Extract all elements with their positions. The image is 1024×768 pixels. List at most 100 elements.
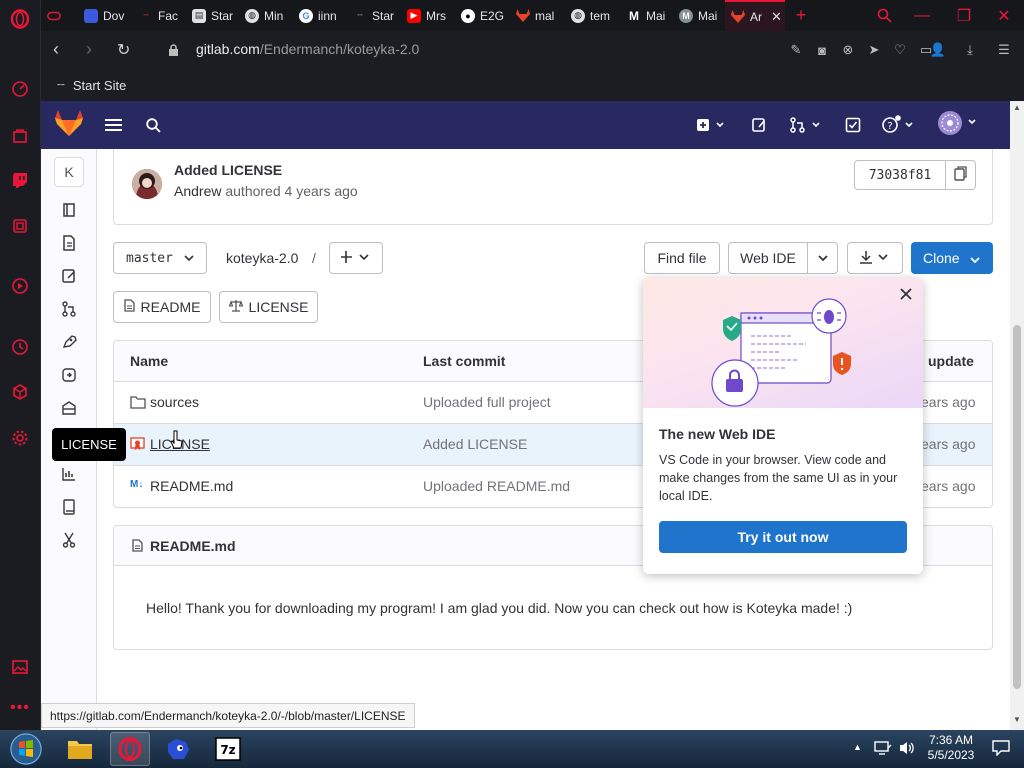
scrollbar-thumb[interactable]	[1013, 325, 1021, 689]
find-file-button[interactable]: Find file	[644, 242, 720, 274]
file-name-link[interactable]: sources	[150, 394, 199, 410]
user-avatar-icon[interactable]	[937, 111, 979, 135]
author-avatar[interactable]	[132, 169, 162, 199]
file-explorer-icon[interactable]	[60, 732, 100, 766]
restore-icon[interactable]: ❐	[952, 0, 976, 31]
ci-cd-icon[interactable]	[60, 366, 78, 384]
tab-6[interactable]: ╌ Star	[347, 0, 401, 31]
twitch-icon[interactable]	[9, 169, 31, 191]
readme-filename[interactable]: README.md	[150, 538, 236, 554]
close-popover-button[interactable]	[897, 286, 915, 304]
opera-taskbar-icon[interactable]	[110, 732, 150, 766]
gitlab-logo-icon[interactable]	[55, 110, 83, 136]
tab-10[interactable]: ◍ tem	[565, 0, 621, 31]
camera-icon[interactable]: ◙	[814, 42, 830, 58]
edit-icon[interactable]: ✎	[788, 42, 804, 58]
download-archive-button[interactable]	[847, 242, 903, 274]
close-window-icon[interactable]: ✕	[992, 0, 1016, 31]
tab-5[interactable]: G iinn	[293, 0, 347, 31]
shopping-bag-icon[interactable]	[9, 124, 31, 146]
tab-11[interactable]: M Mai	[621, 0, 673, 31]
issues-icon[interactable]	[751, 114, 767, 136]
package-icon[interactable]	[60, 399, 78, 417]
scroll-up-icon[interactable]: ▲	[1013, 103, 1021, 112]
web-ide-dropdown[interactable]	[807, 242, 838, 274]
merge-requests-icon[interactable]	[60, 300, 78, 318]
tab-0[interactable]	[41, 0, 78, 31]
tab-1[interactable]: Dov	[78, 0, 133, 31]
tab-4[interactable]: ◍ Min	[239, 0, 293, 31]
download-icon[interactable]: ⤓	[962, 42, 978, 58]
search-icon[interactable]	[146, 114, 161, 136]
reload-icon[interactable]: ↻	[117, 40, 130, 60]
commit-author[interactable]: Andrew	[174, 183, 221, 199]
heart-icon[interactable]: ♡	[892, 42, 908, 58]
try-it-out-button[interactable]: Try it out now	[659, 521, 907, 553]
project-overview-icon[interactable]	[60, 201, 78, 219]
wiki-book-icon[interactable]	[60, 498, 78, 516]
sonic-game-icon[interactable]	[158, 732, 198, 766]
send-icon[interactable]: ➤	[866, 42, 882, 58]
commit-message-link[interactable]: Uploaded README.md	[423, 478, 570, 494]
add-to-tree-button[interactable]	[329, 242, 383, 274]
notifications-icon[interactable]	[992, 740, 1010, 759]
speedometer-icon[interactable]	[9, 78, 31, 100]
tab-3[interactable]: ▤ Star	[186, 0, 239, 31]
rocket-deploy-icon[interactable]	[60, 333, 78, 351]
snippets-scissors-icon[interactable]	[60, 531, 78, 549]
issues-icon[interactable]	[60, 267, 78, 285]
url-field[interactable]: gitlab.com/Endermanch/koteyka-2.0	[196, 41, 419, 57]
lock-icon[interactable]	[165, 42, 181, 58]
tab-13-active[interactable]: Ar ✕	[725, 0, 785, 31]
file-name-link[interactable]: README.md	[150, 478, 233, 494]
network-icon[interactable]	[874, 740, 892, 759]
close-tab-icon[interactable]: ✕	[771, 9, 782, 25]
7zip-icon[interactable]: 7z	[208, 732, 248, 766]
tab-9[interactable]: mal	[510, 0, 565, 31]
show-hidden-icons[interactable]: ▲	[853, 742, 862, 752]
more-dots-icon[interactable]: •••	[9, 697, 31, 719]
gallery-icon[interactable]	[9, 656, 31, 678]
account-icon[interactable]: 👤	[930, 42, 946, 58]
player-icon[interactable]	[9, 275, 31, 297]
new-tab-button[interactable]: +	[785, 0, 817, 31]
minimize-icon[interactable]: —	[910, 0, 934, 31]
help-icon[interactable]: ?	[881, 114, 917, 136]
commit-message-link[interactable]: Uploaded full project	[423, 394, 551, 410]
cube-icon[interactable]	[9, 381, 31, 403]
aria-chip-icon[interactable]	[9, 215, 31, 237]
web-ide-button[interactable]: Web IDE	[728, 242, 808, 274]
clone-button[interactable]: Clone	[911, 242, 993, 274]
branch-selector[interactable]: master	[113, 242, 207, 274]
copy-sha-button[interactable]	[945, 160, 976, 190]
system-clock[interactable]: 7:36 AM 5/5/2023	[925, 733, 977, 763]
bookmark-start-site[interactable]: Start Site	[73, 78, 126, 93]
start-button[interactable]	[6, 732, 46, 766]
breadcrumb-root[interactable]: koteyka-2.0	[226, 250, 298, 266]
block-icon[interactable]: ⊗	[840, 42, 856, 58]
license-shortcut-button[interactable]: LICENSE	[219, 291, 318, 323]
tab-8[interactable]: ● E2G	[455, 0, 510, 31]
page-scrollbar[interactable]: ▲ ▼	[1010, 101, 1024, 730]
back-icon[interactable]: ‹	[53, 39, 59, 60]
tab-12[interactable]: M Mai	[673, 0, 725, 31]
hamburger-menu-icon[interactable]	[105, 114, 122, 136]
readme-shortcut-button[interactable]: README	[113, 291, 211, 323]
search-tabs-icon[interactable]	[872, 0, 896, 31]
todo-checkbox-icon[interactable]	[845, 114, 861, 136]
opera-logo-icon[interactable]	[9, 8, 31, 30]
scroll-down-icon[interactable]: ▼	[1013, 715, 1021, 724]
tab-2[interactable]: ╌ Fac	[133, 0, 186, 31]
project-avatar[interactable]: K	[54, 157, 84, 187]
repository-file-icon[interactable]	[60, 234, 78, 252]
forward-icon[interactable]: ›	[86, 39, 92, 60]
history-icon[interactable]	[9, 336, 31, 358]
merge-requests-icon[interactable]	[789, 114, 823, 136]
analytics-chart-icon[interactable]	[60, 465, 78, 483]
commit-sha[interactable]: 73038f81	[854, 160, 946, 190]
tab-7[interactable]: ▶ Mrs	[401, 0, 455, 31]
commit-title[interactable]: Added LICENSE	[174, 162, 282, 178]
volume-icon[interactable]	[898, 740, 916, 759]
commit-message-link[interactable]: Added LICENSE	[423, 436, 527, 452]
settings-gear-icon[interactable]	[9, 427, 31, 449]
